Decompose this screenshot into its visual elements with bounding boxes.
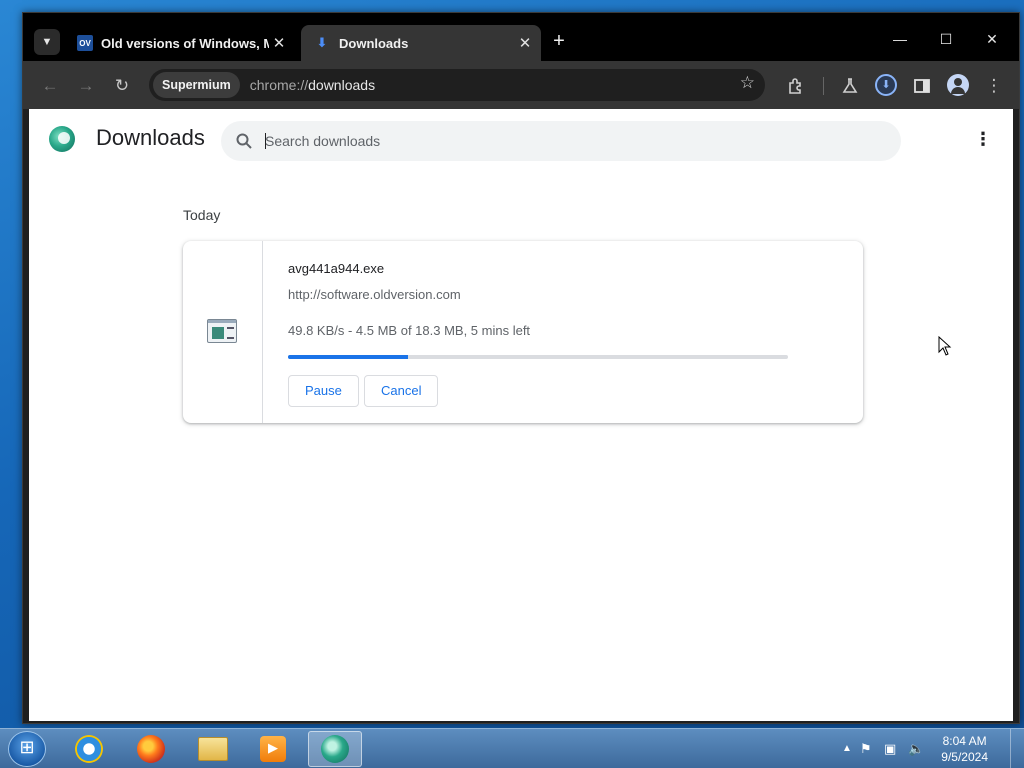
start-button[interactable] [8, 731, 46, 767]
puzzle-icon [789, 78, 801, 94]
file-icon-area [183, 241, 263, 423]
folder-icon [198, 737, 228, 761]
side-panel-icon [914, 79, 930, 93]
system-tray: ▲ ⚑ ▣ 🔈 8:04 AM 9/5/2024 [834, 729, 1024, 768]
file-source-url[interactable]: http://software.oldversion.com [288, 287, 461, 302]
firefox-icon [137, 735, 165, 763]
taskbar-app-file-explorer[interactable] [186, 731, 240, 767]
cancel-button[interactable]: Cancel [364, 375, 439, 407]
windows-taskbar: ▲ ⚑ ▣ 🔈 8:04 AM 9/5/2024 [0, 728, 1024, 768]
close-tab-icon[interactable]: ✕ [515, 34, 535, 52]
back-button[interactable]: ← [37, 73, 63, 99]
arrow-left-icon: ← [41, 76, 59, 95]
download-progress-fill [288, 355, 408, 359]
url-path: downloads [308, 77, 376, 93]
download-favicon-icon: ⬇ [316, 35, 328, 50]
clock-date: 9/5/2024 [941, 750, 988, 764]
show-desktop-button[interactable] [1010, 729, 1024, 768]
executable-file-icon [207, 319, 237, 343]
download-item-card: avg441a944.exe http://software.oldversio… [183, 241, 863, 423]
taskbar-app-supermium[interactable] [308, 731, 362, 767]
tab-search-button[interactable]: ▼ [34, 29, 60, 55]
download-status: 49.8 KB/s - 4.5 MB of 18.3 MB, 5 mins le… [288, 323, 531, 338]
pause-button[interactable]: Pause [288, 375, 359, 407]
oldversion-favicon-icon: OV [77, 35, 93, 51]
action-center-flag-icon[interactable]: ⚑ [860, 741, 872, 757]
clock-time: 8:04 AM [942, 734, 987, 748]
show-hidden-icons-icon[interactable]: ▲ [842, 743, 852, 754]
taskbar-app-internet-explorer[interactable] [62, 731, 116, 767]
download-progress-bar [288, 355, 788, 359]
kebab-menu-icon: ⋮ [985, 76, 1003, 95]
browser-toolbar: ← → ↻ Supermium chrome://downloads ☆ ⬇ ⋮ [23, 61, 1019, 109]
maximize-button[interactable]: ☐ [923, 25, 969, 55]
extensions-button[interactable] [783, 73, 809, 99]
page-title: Downloads [96, 125, 205, 150]
bookmark-star-icon[interactable]: ☆ [740, 73, 755, 93]
page-menu-button[interactable]: ⋮ [973, 130, 993, 151]
forward-button[interactable]: → [73, 73, 99, 99]
flask-icon [842, 78, 858, 93]
reload-icon: ↻ [114, 76, 130, 95]
file-name[interactable]: avg441a944.exe [288, 261, 384, 276]
browser-menu-button[interactable]: ⋮ [981, 73, 1007, 99]
labs-button[interactable] [837, 73, 863, 99]
title-bar: ▼ OV Old versions of Windows, Mac ✕ ⬇ Do… [23, 13, 1019, 61]
supermium-icon [321, 735, 349, 763]
search-box[interactable] [221, 121, 901, 161]
network-icon[interactable]: ▣ [884, 741, 896, 757]
supermium-logo-icon [49, 126, 75, 152]
toolbar-separator [823, 77, 824, 95]
reload-button[interactable]: ↻ [109, 73, 135, 99]
close-tab-icon[interactable]: ✕ [269, 34, 289, 52]
side-panel-button[interactable] [909, 73, 935, 99]
arrow-right-icon: → [77, 76, 95, 95]
tab-downloads[interactable]: ⬇ Downloads ✕ [301, 25, 541, 61]
url-scheme: chrome:// [249, 77, 309, 93]
search-input[interactable] [265, 129, 865, 153]
page-header: Downloads ⋮ [29, 109, 1013, 167]
internet-explorer-icon [75, 735, 103, 763]
taskbar-app-firefox[interactable] [124, 731, 178, 767]
text-caret [265, 133, 266, 149]
browser-window: ▼ OV Old versions of Windows, Mac ✕ ⬇ Do… [22, 12, 1020, 724]
taskbar-app-media-player[interactable] [246, 731, 300, 767]
address-url[interactable]: chrome://downloads [250, 77, 375, 93]
volume-muted-icon[interactable]: 🔈 [908, 741, 924, 757]
mouse-cursor-icon [938, 336, 952, 356]
search-icon [236, 133, 252, 149]
new-tab-button[interactable]: + [547, 30, 571, 54]
profile-avatar-icon[interactable] [947, 74, 969, 96]
browser-name-chip[interactable]: Supermium [153, 72, 240, 98]
system-clock[interactable]: 8:04 AM 9/5/2024 [941, 733, 988, 765]
media-player-icon [260, 736, 286, 762]
downloads-page: Downloads ⋮ Today avg441a944.exe http://… [29, 109, 1013, 721]
address-bar[interactable]: Supermium chrome://downloads ☆ [149, 69, 765, 101]
download-progress-icon[interactable]: ⬇ [875, 74, 897, 96]
chevron-down-icon: ▼ [41, 36, 53, 48]
minimize-button[interactable]: — [877, 25, 923, 55]
tab-title: Old versions of Windows, Mac [101, 35, 269, 51]
tab-title: Downloads [339, 35, 409, 51]
tab-oldversion[interactable]: OV Old versions of Windows, Mac ✕ [67, 25, 295, 61]
date-section-label: Today [183, 207, 221, 223]
close-window-button[interactable]: ✕ [969, 25, 1015, 55]
